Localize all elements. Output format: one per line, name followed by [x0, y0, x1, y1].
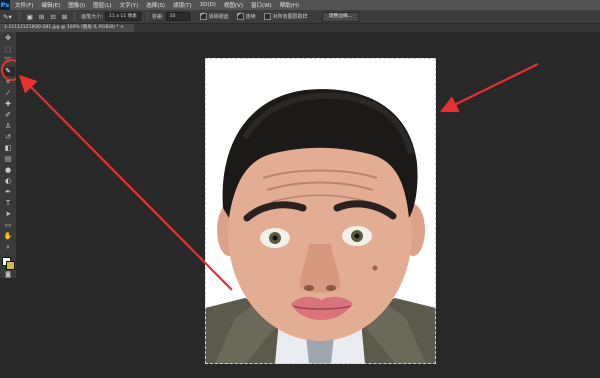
- menu-help[interactable]: 帮助(H): [280, 1, 299, 9]
- path-selection-icon[interactable]: ➤: [1, 210, 15, 219]
- new-selection-icon[interactable]: ▣: [27, 13, 33, 21]
- contiguous-label: 连续: [245, 14, 256, 20]
- move-icon[interactable]: ✥: [1, 34, 15, 43]
- antialias-checkbox[interactable]: [199, 11, 207, 20]
- quick-selection-preset-icon[interactable]: ✎▾: [3, 13, 12, 21]
- menu-bar: Ps 文件(F) 编辑(E) 图像(I) 图层(L) 文字(Y) 选择(S) 滤…: [0, 0, 600, 10]
- document-canvas[interactable]: [205, 58, 436, 364]
- menu-window[interactable]: 窗口(W): [251, 1, 272, 9]
- quick-mask-icon[interactable]: ◙: [1, 270, 15, 279]
- tolerance-field[interactable]: 10: [165, 12, 190, 21]
- healing-brush-icon[interactable]: ✚: [1, 100, 15, 109]
- document-tab[interactable]: 1-111121Z16Q0-281.jpg @ 100% (图层 0, RGB/…: [0, 24, 134, 32]
- menu-file[interactable]: 文件(F): [15, 1, 33, 9]
- clone-stamp-icon[interactable]: ♙: [1, 122, 15, 131]
- shape-icon[interactable]: ▭: [1, 221, 15, 230]
- intersect-selection-icon[interactable]: ⊠: [62, 13, 67, 21]
- divider: [146, 12, 148, 21]
- brush-size-label: 画笔大小:: [81, 14, 103, 20]
- history-brush-icon[interactable]: ↺: [1, 133, 15, 142]
- menu-select[interactable]: 选择(S): [146, 1, 165, 9]
- background-color-swatch[interactable]: [6, 261, 15, 270]
- brush-size-field[interactable]: 11 x 11 像素: [104, 12, 141, 21]
- menu-3d[interactable]: 3D(D): [200, 2, 216, 8]
- marquee-icon[interactable]: ⬚: [1, 45, 15, 54]
- eyedropper-icon[interactable]: ⁄: [1, 89, 15, 98]
- options-bar: ✎▾ ▣ ⊞ ⊟ ⊠ 画笔大小: 11 x 11 像素 容差: 10 消除锯齿 …: [0, 10, 600, 24]
- refine-edge-button[interactable]: 调整边缘...: [321, 11, 360, 22]
- hand-icon[interactable]: ✋: [1, 232, 15, 241]
- sample-all-layers-label: 对所有图层取样: [272, 14, 308, 20]
- divider: [74, 12, 76, 21]
- subtract-from-selection-icon[interactable]: ⊟: [50, 13, 55, 21]
- photoshop-logo: Ps: [0, 0, 10, 10]
- menu-view[interactable]: 视图(V): [224, 1, 243, 9]
- menu-filter[interactable]: 滤镜(T): [173, 1, 192, 9]
- pen-icon[interactable]: ✒: [1, 188, 15, 197]
- portrait-photo: [205, 89, 436, 364]
- menu-image[interactable]: 图像(I): [68, 1, 85, 9]
- divider: [18, 12, 20, 21]
- type-icon[interactable]: T: [1, 199, 15, 208]
- gradient-icon[interactable]: ▤: [1, 155, 15, 164]
- antialias-label: 消除锯齿: [208, 14, 229, 20]
- menu-type[interactable]: 文字(Y): [120, 1, 139, 9]
- blur-icon[interactable]: ●: [1, 166, 15, 175]
- dodge-icon[interactable]: ◐: [1, 177, 15, 186]
- document-tab-bar: 1-111121Z16Q0-281.jpg @ 100% (图层 0, RGB/…: [0, 24, 600, 32]
- add-to-selection-icon[interactable]: ⊞: [39, 13, 44, 21]
- sample-all-layers-checkbox[interactable]: [263, 13, 271, 20]
- zoom-icon[interactable]: ⌕: [1, 243, 15, 252]
- tolerance-label: 容差:: [151, 14, 164, 20]
- eraser-icon[interactable]: ◧: [1, 144, 15, 153]
- menu-layer[interactable]: 图层(L): [93, 1, 111, 9]
- menu-edit[interactable]: 编辑(E): [41, 1, 60, 9]
- contiguous-checkbox[interactable]: [236, 11, 244, 20]
- brush-icon[interactable]: ✐: [1, 111, 15, 120]
